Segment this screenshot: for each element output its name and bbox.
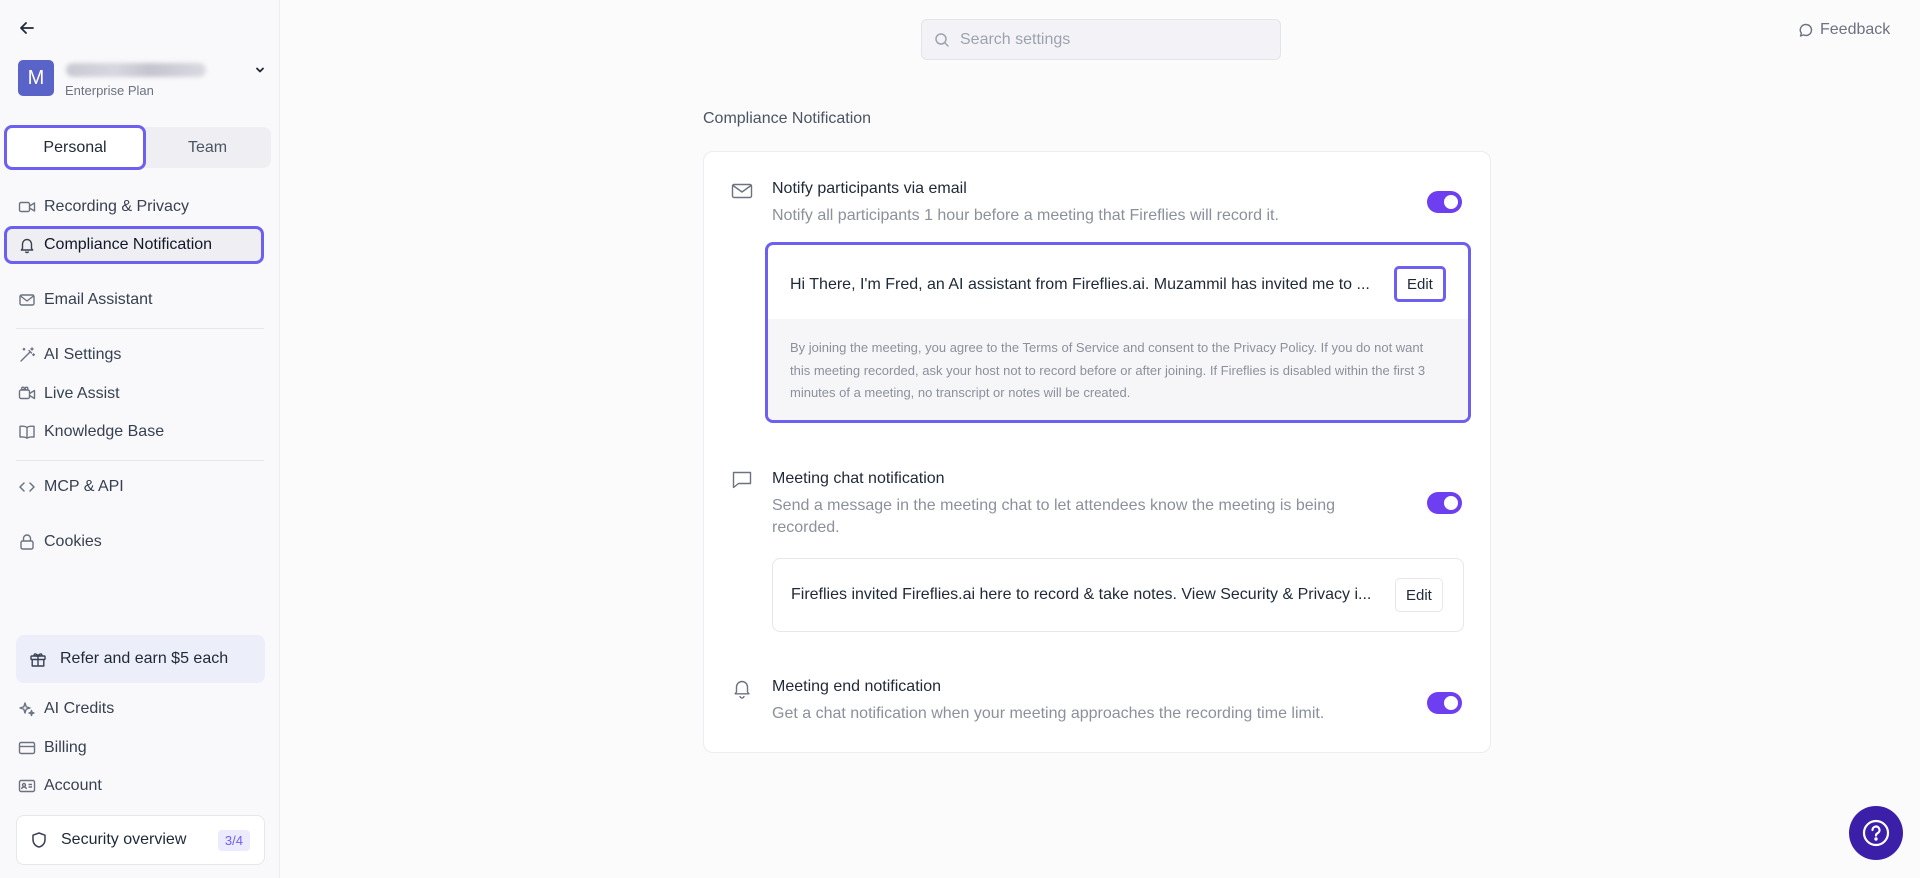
- email-disclaimer: By joining the meeting, you agree to the…: [768, 319, 1468, 420]
- search-bar: [921, 19, 1281, 60]
- sidebar-item-label: Recording & Privacy: [44, 198, 189, 215]
- end-notification-desc: Get a chat notification when your meetin…: [772, 705, 1325, 722]
- refer-label: Refer and earn $5 each: [60, 650, 229, 667]
- chat-message-preview: Fireflies invited Fireflies.ai here to r…: [791, 586, 1372, 603]
- email-notification-toggle[interactable]: [1427, 191, 1462, 213]
- credit-card-icon: [18, 739, 36, 757]
- sidebar-divider: [16, 328, 264, 329]
- tab-personal[interactable]: Personal: [4, 125, 146, 170]
- chat-notification-desc: Send a message in the meeting chat to le…: [772, 497, 1336, 536]
- refer-button[interactable]: Refer and earn $5 each: [16, 635, 265, 683]
- sidebar-divider: [16, 460, 264, 461]
- chat-message-box: Fireflies invited Fireflies.ai here to r…: [772, 558, 1464, 632]
- question-mark-icon: [1861, 818, 1891, 848]
- sidebar-item-label: Live Assist: [44, 385, 120, 402]
- avatar: M: [18, 60, 54, 96]
- sidebar-item-cookies[interactable]: Cookies: [6, 525, 262, 559]
- email-message-box: Hi There, I'm Fred, an AI assistant from…: [765, 242, 1471, 423]
- sidebar-item-label: Account: [44, 777, 102, 794]
- mail-icon: [731, 180, 753, 202]
- sidebar-item-label: AI Credits: [44, 700, 115, 717]
- compliance-settings-card: Notify participants via email Notify all…: [703, 151, 1491, 753]
- security-overview-label: Security overview: [61, 831, 187, 848]
- lock-icon: [18, 533, 36, 551]
- bell-icon: [18, 236, 36, 254]
- sparkle-icon: [18, 700, 36, 718]
- back-arrow-icon[interactable]: [16, 17, 38, 39]
- sidebar-item-label: Email Assistant: [44, 291, 153, 308]
- bell-icon: [731, 677, 753, 699]
- email-edit-button[interactable]: Edit: [1394, 266, 1446, 302]
- chat-notification-toggle[interactable]: [1427, 492, 1462, 514]
- scope-toggle: Personal Team: [4, 125, 271, 170]
- sidebar-item-email-assistant[interactable]: Email Assistant: [6, 283, 262, 317]
- sidebar-item-compliance-notification[interactable]: Compliance Notification: [4, 226, 264, 264]
- tab-team[interactable]: Team: [144, 127, 271, 168]
- help-button[interactable]: [1849, 806, 1903, 860]
- sidebar-item-label: Billing: [44, 739, 87, 756]
- video-icon: [18, 198, 36, 216]
- sidebar: M Enterprise Plan Personal Team Recordin…: [0, 0, 280, 878]
- chat-edit-button[interactable]: Edit: [1395, 578, 1443, 612]
- code-icon: [18, 478, 36, 496]
- sidebar-item-label: Compliance Notification: [44, 236, 213, 253]
- sidebar-item-label: Cookies: [44, 533, 102, 550]
- page-title: Compliance Notification: [703, 110, 872, 127]
- chat-bubble-icon: [731, 469, 753, 491]
- sidebar-item-account[interactable]: Account: [6, 769, 262, 803]
- sidebar-item-live-assist[interactable]: Live Assist: [6, 377, 262, 411]
- search-input[interactable]: [960, 30, 1260, 49]
- end-notification-title: Meeting end notification: [772, 678, 941, 695]
- sidebar-item-ai-credits[interactable]: AI Credits: [6, 692, 262, 726]
- mail-icon: [18, 291, 36, 309]
- plan-label: Enterprise Plan: [65, 83, 154, 98]
- email-message-preview: Hi There, I'm Fred, an AI assistant from…: [790, 276, 1370, 293]
- book-icon: [18, 423, 36, 441]
- sidebar-item-ai-settings[interactable]: AI Settings: [6, 338, 262, 372]
- security-overview-button[interactable]: Security overview 3/4: [16, 815, 265, 865]
- feedback-label: Feedback: [1820, 21, 1891, 38]
- sidebar-item-recording-privacy[interactable]: Recording & Privacy: [6, 190, 262, 224]
- chat-bubble-icon: [1798, 22, 1814, 38]
- end-notification-toggle[interactable]: [1427, 692, 1462, 714]
- search-icon: [934, 32, 950, 48]
- video-assist-icon: [18, 385, 36, 403]
- chat-notification-title: Meeting chat notification: [772, 470, 945, 487]
- account-switcher[interactable]: M Enterprise Plan: [18, 60, 268, 102]
- sidebar-item-label: MCP & API: [44, 478, 124, 495]
- email-notification-desc: Notify all participants 1 hour before a …: [772, 207, 1279, 224]
- feedback-button[interactable]: Feedback: [1798, 21, 1890, 39]
- id-card-icon: [18, 777, 36, 795]
- sidebar-item-mcp-api[interactable]: MCP & API: [6, 470, 262, 504]
- sidebar-item-knowledge-base[interactable]: Knowledge Base: [6, 415, 262, 449]
- sidebar-item-billing[interactable]: Billing: [6, 731, 262, 765]
- magic-wand-icon: [18, 346, 36, 364]
- chevron-down-icon[interactable]: [252, 62, 268, 78]
- security-progress-badge: 3/4: [217, 829, 250, 851]
- shield-icon: [29, 830, 49, 850]
- sidebar-item-label: AI Settings: [44, 346, 122, 363]
- sidebar-item-label: Knowledge Base: [44, 423, 165, 440]
- gift-icon: [28, 649, 48, 669]
- account-email-redacted: [66, 63, 206, 77]
- email-notification-title: Notify participants via email: [772, 180, 967, 197]
